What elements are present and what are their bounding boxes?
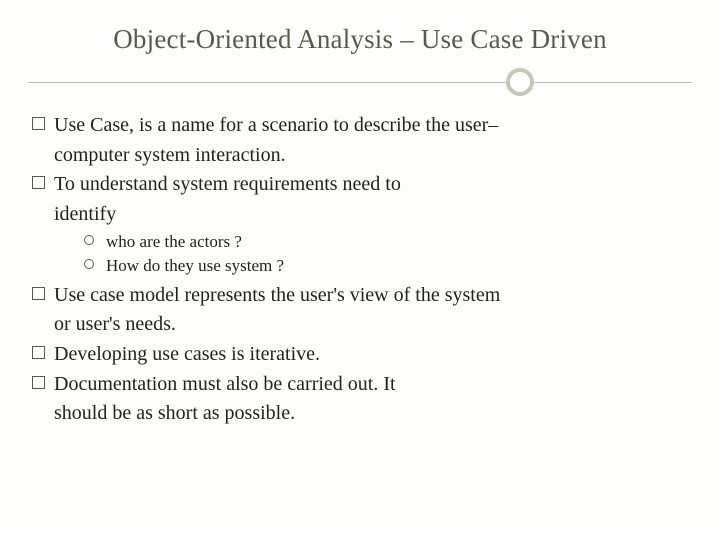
sub-bullet-list: who are the actors ? How do they use sys… (84, 231, 692, 277)
divider-ring-icon (506, 68, 534, 96)
slide: Object-Oriented Analysis – Use Case Driv… (0, 0, 720, 540)
bullet-item: To understand system requirements need t… (32, 172, 692, 198)
bullet-continuation: should be as short as possible. (54, 401, 692, 427)
bullet-continuation: or user's needs. (54, 312, 692, 338)
bullet-continuation: computer system interaction. (54, 143, 692, 169)
bullet-item: Use case model represents the user's vie… (32, 283, 692, 309)
slide-body: Use Case, is a name for a scenario to de… (28, 113, 692, 427)
bullet-continuation: identify (54, 202, 692, 228)
sub-bullet-item: who are the actors ? (84, 231, 692, 253)
bullet-item: Use Case, is a name for a scenario to de… (32, 113, 692, 139)
divider-line (28, 82, 692, 83)
bullet-item: Developing use cases is iterative. (32, 342, 692, 368)
title-divider (28, 65, 692, 99)
sub-bullet-item: How do they use system ? (84, 255, 692, 277)
slide-title: Object-Oriented Analysis – Use Case Driv… (28, 24, 692, 55)
bullet-item: Documentation must also be carried out. … (32, 372, 692, 398)
